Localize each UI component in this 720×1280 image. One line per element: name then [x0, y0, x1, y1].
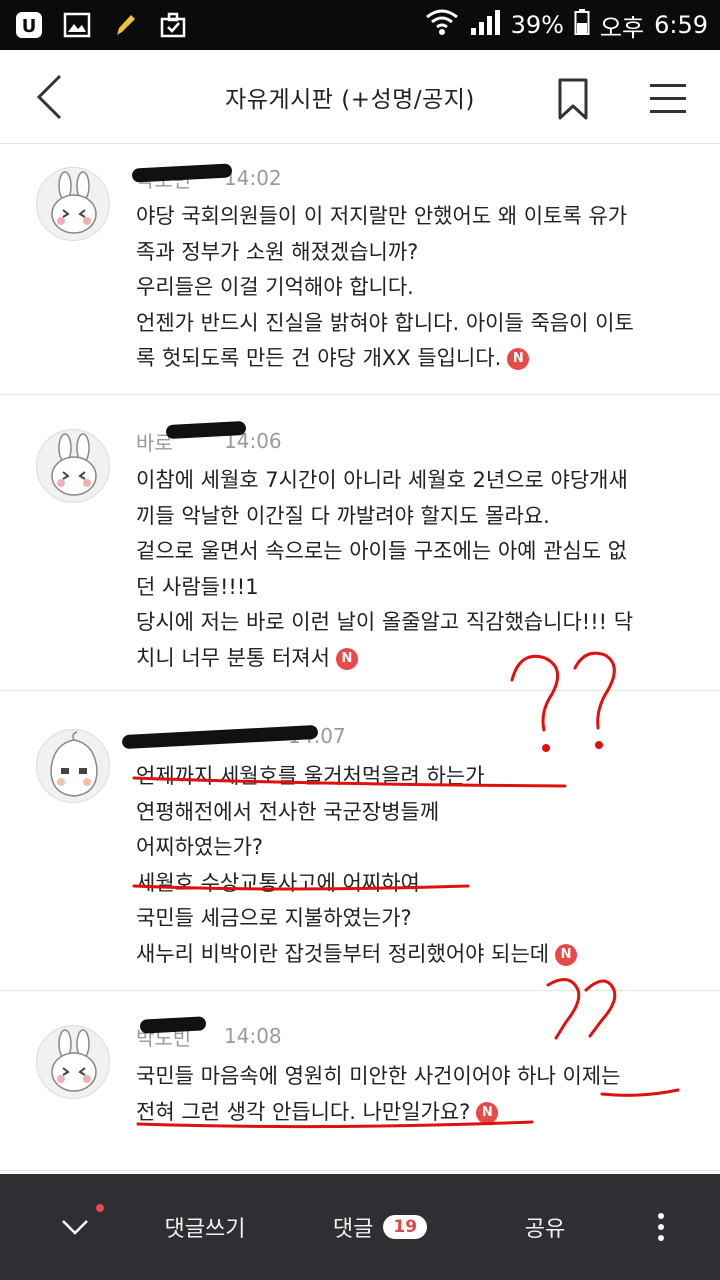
comment-line: 새누리 비박이란 잡것들부터 정리했어야 되는데 N — [136, 937, 696, 973]
comments-button[interactable]: 댓글 19 — [310, 1174, 450, 1280]
comment-line: 록 헛되도록 만든 건 야당 개XX 들입니다. N — [136, 341, 696, 377]
comment-line: 던 사람들!!!1 — [136, 574, 259, 599]
comment-item: 14:07 언제까지 세월호를 울거처먹을려 하는가 연평해전에서 전사한 국군… — [0, 691, 720, 991]
comment-author[interactable]: 박도빈 — [131, 162, 233, 193]
briefcase-icon — [158, 10, 188, 40]
battery-percent: 39% — [510, 11, 564, 39]
chevron-down-icon — [62, 1220, 88, 1235]
comment-line: 끼들 악날한 이간질 다 까발려야 할지도 몰라요. — [136, 503, 550, 528]
ampm-label: 오후 — [599, 13, 645, 42]
avatar — [36, 1025, 110, 1099]
signal-icon — [469, 8, 501, 42]
author-redaction — [139, 1015, 207, 1034]
gallery-icon — [62, 10, 92, 40]
scroll-down-button[interactable] — [40, 1174, 110, 1280]
new-badge: N — [476, 1101, 499, 1124]
rabbit-avatar-icon — [51, 433, 97, 496]
new-badge: N — [507, 348, 530, 370]
comment-line: 연평해전에서 전사한 국군장병들께 — [136, 799, 440, 824]
comment-line: 당시에 저는 바로 이런 날이 올줄알고 직감했습니다!!! 닥 — [136, 610, 634, 634]
comment-author[interactable]: 바로 — [136, 420, 247, 456]
notification-dot — [96, 1204, 104, 1212]
back-arrow-icon — [36, 74, 62, 120]
bottom-bar: 댓글쓰기 댓글 19 공유 — [0, 1174, 720, 1280]
avatar — [36, 729, 110, 803]
comment-line: 이참에 세월호 7시간이 아니라 세월호 2년으로 야당개새 — [136, 468, 628, 492]
comment-line: 겉으로 울면서 속으로는 아이들 구조에는 아예 관심도 없 — [136, 539, 628, 563]
rabbit-avatar-icon — [51, 1029, 97, 1092]
comment-author[interactable]: 박도빈 — [136, 1015, 216, 1051]
app-bar: 자유게시판 (+성명/공지) — [0, 50, 720, 144]
character-avatar-icon — [50, 731, 98, 797]
new-badge: N — [335, 647, 358, 670]
back-button[interactable] — [22, 70, 76, 124]
comment-body: 이참에 세월호 7시간이 아니라 세월호 2년으로 야당개새 끼들 악날한 이간… — [136, 463, 696, 676]
menu-button[interactable] — [640, 72, 696, 126]
status-bar: U 39% 오후 6:59 — [0, 0, 720, 50]
comment-body: 언제까지 세월호를 울거처먹을려 하는가 연평해전에서 전사한 국군장병들께 어… — [136, 759, 696, 972]
write-comment-button[interactable]: 댓글쓰기 — [140, 1174, 270, 1280]
more-options-button[interactable] — [636, 1174, 686, 1280]
comment-line: 언제까지 세월호를 울거처먹을려 하는가 — [136, 764, 485, 788]
bookmark-button[interactable] — [548, 72, 598, 126]
comment-line: 어찌하였는가? — [136, 835, 264, 859]
comment-line: 우리들은 이걸 기억해야 합니다. — [136, 275, 414, 299]
comment-line: 국민들 마음속에 영원히 미안한 사건이어야 하나 이제는 — [136, 1064, 621, 1088]
comment-body: 야당 국회의원들이 이 저지랄만 안했어도 왜 이토록 유가 족과 정부가 소원… — [136, 199, 696, 377]
svg-text:U: U — [22, 16, 37, 37]
comment-item: 바로 14:06 이참에 세월호 7시간이 아니라 세월호 2년으로 야당개새 … — [0, 395, 720, 691]
rabbit-avatar-icon — [51, 171, 97, 234]
clock-time: 6:59 — [654, 11, 708, 39]
comment-item: 박도빈 14:08 국민들 마음속에 영원히 미안한 사건이어야 하나 이제는 … — [0, 991, 720, 1171]
u-plus-icon: U — [14, 10, 44, 40]
comments-label: 댓글 — [332, 1217, 374, 1242]
avatar — [36, 167, 110, 241]
comments-count-badge: 19 — [383, 1215, 428, 1239]
comment-line: 치니 너무 분통 터져서 N — [136, 641, 696, 677]
avatar — [36, 429, 110, 503]
author-redaction — [131, 162, 233, 183]
comment-body: 국민들 마음속에 영원히 미안한 사건이어야 하나 이제는 전혀 그런 생각 안… — [136, 1059, 696, 1130]
comment-item: 박도빈 14:02 야당 국회의원들이 이 저지랄만 안했어도 왜 이토록 유가… — [0, 145, 720, 395]
page-title: 자유게시판 (+성명/공지) — [225, 87, 475, 113]
share-label: 공유 — [524, 1217, 566, 1242]
comment-time: 14:08 — [224, 1024, 282, 1048]
comment-line: 족과 정부가 소원 해졌겠습니까? — [136, 239, 419, 264]
more-vertical-icon — [658, 1213, 664, 1241]
hamburger-icon — [650, 84, 686, 113]
battery-icon — [574, 8, 590, 42]
wifi-icon — [425, 8, 459, 42]
comment-line: 국민들 세금으로 지불하였는가? — [136, 906, 412, 930]
new-badge: N — [555, 943, 578, 966]
pencil-icon — [110, 10, 140, 40]
comment-line: 언젠가 반드시 진실을 밝혀야 합니다. 아이들 죽음이 이토 — [136, 310, 634, 335]
comment-line: 전혀 그런 생각 안듭니다. 나만일가요? N — [136, 1095, 696, 1131]
write-comment-label: 댓글쓰기 — [164, 1217, 246, 1242]
comment-time: 14:02 — [224, 166, 282, 190]
bookmark-icon — [558, 78, 588, 120]
share-button[interactable]: 공유 — [500, 1174, 590, 1280]
comment-line: 야당 국회의원들이 이 저지랄만 안했어도 왜 이토록 유가 — [136, 204, 628, 228]
comment-line: 세월호 수상교통사고에 어찌하여 — [136, 870, 420, 895]
